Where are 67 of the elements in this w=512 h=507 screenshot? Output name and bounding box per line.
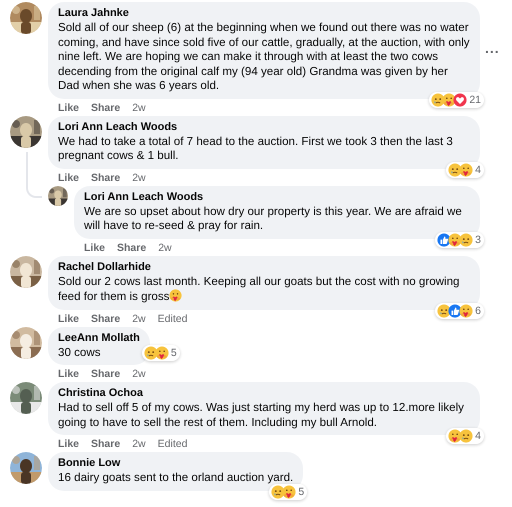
reactions-badge[interactable]: 3	[435, 232, 484, 248]
reactions-badge[interactable]: 21	[429, 92, 484, 108]
emoji-icon	[170, 289, 182, 302]
reactions-badge[interactable]: 6	[435, 302, 484, 318]
timestamp[interactable]: 2w	[158, 242, 172, 254]
thumbs-up-icon	[438, 232, 451, 246]
hugging-face-icon	[448, 429, 462, 443]
hugging-face-icon	[442, 92, 456, 106]
edited-label: Edited	[158, 312, 188, 324]
hugging-face-icon	[155, 346, 168, 360]
author-name[interactable]: Lori Ann Leach Woods	[58, 120, 470, 134]
share-link[interactable]: Share	[91, 312, 120, 324]
comment-text: 16 dairy goats sent to the orland auction yard.	[58, 471, 294, 486]
like-link[interactable]: Like	[58, 438, 80, 450]
more-options-icon[interactable]: ...	[485, 40, 500, 56]
author-name[interactable]: Lori Ann Leach Woods	[84, 190, 470, 204]
like-link[interactable]: Like	[58, 312, 80, 324]
reactions-badge[interactable]: 4	[446, 162, 484, 178]
like-link[interactable]: Like	[58, 102, 80, 114]
share-link[interactable]: Share	[91, 172, 120, 184]
reaction-count: 5	[170, 347, 177, 359]
comment-text: We had to take a total of 7 head to the auction. First we took 3 then the last 3 pregnant cows & 1 bull.	[58, 134, 454, 164]
reaction-count: 3	[475, 234, 481, 246]
crying-face-icon	[460, 232, 473, 246]
timestamp[interactable]: 2w	[132, 438, 146, 450]
comment-text: Sold our 2 cows last month. Keeping all our goats but the cost with no growing feed for them is gross	[58, 274, 461, 304]
comment-text: Sold all of our sheep (6) at the beginning when we found out there was no water coming, and have since sold five of our cattle, gradually, at the auction, with only nine left. We are hoping we can make it through with at least the two cows decending from the original calf my (94 year old) Grandma was given by her Dad when she was 6 years old.	[58, 21, 470, 94]
author-name[interactable]: LeeAnn Mollath	[58, 330, 140, 346]
share-link[interactable]: Share	[91, 438, 120, 450]
timestamp[interactable]: 2w	[132, 172, 146, 184]
comment-text: Had to sell off 5 of my cows. Was just starting my herd was up to 12.more likely going to have to sell the rest of them. Including my bull Arnold.	[58, 401, 465, 430]
share-link[interactable]: Share	[117, 242, 146, 254]
crying-face-icon	[144, 346, 158, 360]
hugging-face-icon	[460, 162, 473, 176]
hugging-face-icon	[448, 232, 462, 246]
timestamp[interactable]: 2w	[132, 312, 146, 324]
crying-face-icon	[448, 162, 462, 176]
edited-label: Edited	[158, 438, 188, 450]
like-link[interactable]: Like	[58, 172, 80, 184]
crying-face-icon	[432, 92, 445, 106]
thumbs-up-icon	[448, 304, 462, 318]
comment-text: We are so upset about how dry our property is this year. We are afraid we will have to re-seed & pray for rain.	[84, 204, 463, 234]
reactions-badge[interactable]: 5	[142, 345, 180, 361]
hugging-face-icon	[282, 484, 296, 498]
like-link[interactable]: Like	[84, 242, 106, 254]
reaction-count: 5	[298, 486, 304, 498]
author-name[interactable]: Bonnie Low	[58, 456, 294, 471]
reaction-count: 21	[469, 94, 481, 106]
comment-text: 30 cows	[58, 346, 102, 360]
timestamp[interactable]: 2w	[132, 368, 146, 380]
reactions-badge[interactable]: 5	[269, 484, 308, 500]
share-link[interactable]: Share	[91, 368, 120, 380]
author-name[interactable]: Christina Ochoa	[58, 386, 470, 401]
author-name[interactable]: Rachel Dollarhide	[58, 260, 470, 274]
share-link[interactable]: Share	[91, 102, 120, 114]
hugging-face-icon	[460, 304, 473, 318]
reaction-count: 6	[475, 304, 481, 316]
crying-face-icon	[460, 429, 473, 443]
timestamp[interactable]: 2w	[132, 102, 146, 114]
crying-face-icon	[272, 484, 285, 498]
like-link[interactable]: Like	[58, 368, 80, 380]
crying-face-icon	[438, 304, 451, 318]
thread-line	[26, 152, 42, 198]
author-name[interactable]: Laura Jahnke	[58, 6, 470, 21]
reactions-badge[interactable]: 4	[446, 428, 484, 444]
reaction-count: 4	[475, 430, 481, 442]
reaction-count: 4	[475, 164, 481, 176]
